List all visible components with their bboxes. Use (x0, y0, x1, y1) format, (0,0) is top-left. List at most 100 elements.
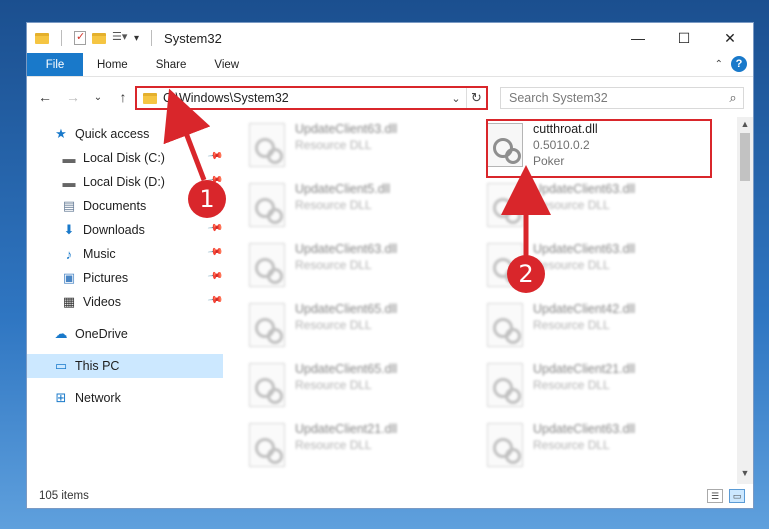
divider (151, 30, 153, 46)
ribbon-right: ⌃ ? (715, 56, 747, 72)
file-item[interactable]: UpdateClient63.dll Resource DLL (249, 241, 469, 297)
file-item[interactable]: UpdateClient63.dll Resource DLL (249, 121, 469, 177)
dll-file-icon (487, 303, 523, 347)
sidebar-item-onedrive[interactable]: ☁ OneDrive (27, 322, 223, 346)
maximize-button[interactable]: ☐ (661, 23, 707, 53)
scroll-down-icon[interactable]: ▼ (737, 468, 753, 482)
dll-file-icon (487, 183, 523, 227)
pin-icon[interactable]: 📌 (206, 292, 223, 308)
large-icons-view-icon[interactable]: ▭ (729, 489, 745, 503)
file-description: Resource DLL (295, 438, 372, 452)
file-highlight-box (486, 119, 712, 178)
refresh-icon[interactable]: ↻ (466, 88, 486, 108)
file-name: UpdateClient63.dll (533, 242, 636, 256)
pin-icon[interactable]: 📌 (206, 244, 223, 260)
sidebar-item-label: Local Disk (C:) (83, 151, 165, 165)
window-title: System32 (164, 30, 222, 46)
customize-toolbar-icon[interactable]: ☰▾ (112, 30, 128, 46)
sidebar-item-label: Music (83, 247, 116, 261)
dll-file-icon (249, 243, 285, 287)
search-icon[interactable]: ⌕ (723, 90, 743, 106)
dll-file-icon (487, 363, 523, 407)
sidebar-item-network[interactable]: ⊞ Network (27, 386, 223, 410)
search-box[interactable]: ⌕ (500, 87, 744, 109)
sidebar-item-this-pc[interactable]: ▭ This PC (27, 354, 223, 378)
file-item[interactable]: UpdateClient65.dll Resource DLL (249, 301, 469, 357)
close-button[interactable]: ✕ (707, 23, 753, 53)
toolbar-dropdown-icon[interactable]: ▾ (134, 33, 139, 44)
ribbon-tabs: File Home Share View ⌃ ? (27, 53, 753, 77)
new-folder-icon[interactable] (92, 32, 106, 44)
sidebar-item-quick-access[interactable]: ★ Quick access (27, 122, 223, 146)
sidebar-item-label: Documents (83, 199, 147, 213)
sidebar-item-videos[interactable]: ▦ Videos 📌 (27, 290, 223, 314)
tab-home[interactable]: Home (83, 53, 142, 76)
pin-icon[interactable]: 📌 (206, 268, 223, 284)
tab-view[interactable]: View (200, 53, 253, 76)
file-description: Resource DLL (295, 318, 372, 332)
dll-file-icon (487, 423, 523, 467)
tab-share[interactable]: Share (142, 53, 201, 76)
callout-badge-2: 2 (507, 255, 545, 293)
file-description: Resource DLL (533, 258, 610, 272)
help-icon[interactable]: ? (731, 56, 747, 72)
tab-file[interactable]: File (27, 53, 83, 76)
file-description: Resource DLL (533, 198, 610, 212)
file-description: Resource DLL (295, 258, 372, 272)
file-item[interactable]: UpdateClient65.dll Resource DLL (249, 361, 469, 417)
file-name: UpdateClient63.dll (295, 122, 398, 136)
file-item[interactable]: UpdateClient63.dll Resource DLL (487, 421, 707, 477)
vertical-scrollbar[interactable]: ▲ ▼ (737, 117, 753, 484)
file-name: UpdateClient65.dll (295, 362, 398, 376)
file-description: Resource DLL (533, 318, 610, 332)
pictures-icon: ▣ (62, 270, 76, 285)
dll-file-icon (249, 183, 285, 227)
file-name: UpdateClient63.dll (533, 422, 636, 436)
address-path[interactable]: C:\Windows\System32 (163, 91, 446, 105)
dll-file-icon (249, 303, 285, 347)
file-description: Resource DLL (533, 378, 610, 392)
file-item[interactable]: UpdateClient21.dll Resource DLL (487, 361, 707, 417)
address-bar[interactable]: C:\Windows\System32 ⌄ ↻ (135, 86, 488, 110)
file-name: UpdateClient63.dll (295, 242, 398, 256)
scroll-up-icon[interactable]: ▲ (737, 119, 753, 133)
sidebar-item-local-disk-c[interactable]: ▬ Local Disk (C:) 📌 (27, 146, 224, 170)
folder-icon (143, 92, 157, 104)
sidebar-item-pictures[interactable]: ▣ Pictures 📌 (27, 266, 223, 290)
music-icon: ♪ (65, 246, 73, 262)
pin-icon[interactable]: 📌 (206, 220, 223, 236)
pin-icon[interactable]: 📌 (206, 148, 223, 164)
search-input[interactable] (509, 91, 723, 105)
item-count: 105 items (39, 490, 89, 502)
sidebar-item-label: Videos (83, 295, 121, 309)
computer-icon: ▭ (54, 358, 68, 373)
file-item[interactable]: UpdateClient5.dll Resource DLL (249, 181, 469, 237)
dll-file-icon (249, 123, 285, 167)
file-item[interactable]: UpdateClient21.dll Resource DLL (249, 421, 469, 477)
sidebar-item-label: Local Disk (D:) (83, 175, 165, 189)
sidebar-item-label: Downloads (83, 223, 145, 237)
file-item[interactable]: UpdateClient63.dll Resource DLL (487, 181, 707, 237)
address-dropdown-icon[interactable]: ⌄ (446, 92, 466, 105)
sidebar-item-music[interactable]: ♪ Music 📌 (27, 242, 223, 266)
title-bar: ☰▾ ▾ System32 — ☐ ✕ (27, 23, 753, 53)
minimize-button[interactable]: — (615, 23, 661, 53)
recent-locations-button[interactable]: ⌄ (93, 92, 103, 103)
expand-ribbon-icon[interactable]: ⌃ (715, 59, 723, 70)
file-item[interactable]: UpdateClient42.dll Resource DLL (487, 301, 707, 357)
sidebar-item-label: This PC (75, 359, 120, 373)
forward-button[interactable]: → (65, 89, 81, 105)
sidebar-item-downloads[interactable]: ⬇ Downloads 📌 (27, 218, 224, 242)
scrollbar-thumb[interactable] (740, 133, 750, 181)
file-name: UpdateClient65.dll (295, 302, 398, 316)
up-button[interactable]: ↑ (115, 89, 131, 105)
dll-file-icon (249, 423, 285, 467)
properties-icon[interactable] (74, 30, 86, 45)
download-icon: ⬇ (63, 222, 75, 237)
details-view-icon[interactable]: ☰ (707, 489, 723, 503)
back-button[interactable]: ← (37, 89, 53, 105)
file-name: UpdateClient21.dll (533, 362, 636, 376)
view-buttons: ☰ ▭ (707, 489, 745, 503)
